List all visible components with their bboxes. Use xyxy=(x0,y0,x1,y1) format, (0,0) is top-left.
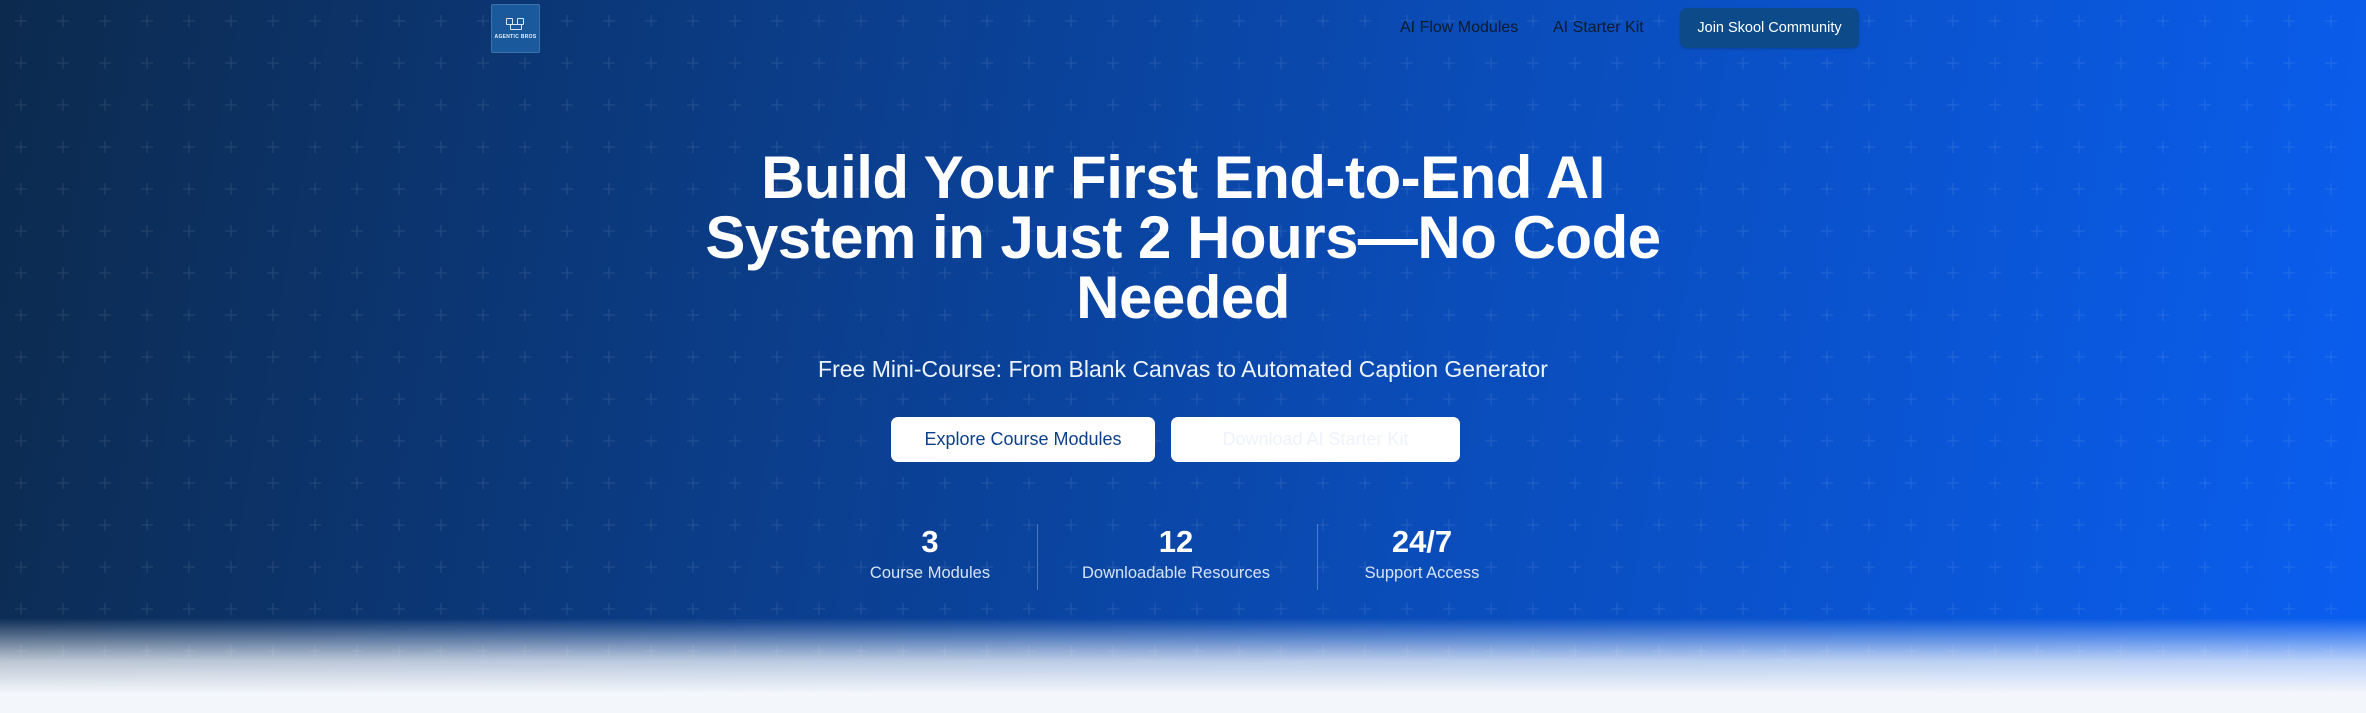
site-logo[interactable]: AGENTIC BROS xyxy=(491,4,540,53)
logo-icon xyxy=(504,17,528,32)
stat-label: Support Access xyxy=(1364,564,1480,582)
hero-headline: Build Your First End-to-End AI System in… xyxy=(705,144,1661,331)
download-starter-kit-button[interactable]: Download AI Starter Kit xyxy=(1171,417,1460,462)
hero-subtitle: Free Mini-Course: From Blank Canvas to A… xyxy=(818,356,1548,382)
nav-link-ai-starter-kit[interactable]: AI Starter Kit xyxy=(1553,19,1644,37)
stat-support-access: 24/7 Support Access xyxy=(1342,524,1502,583)
stat-value: 3 xyxy=(921,524,939,559)
nav-link-ai-flow-modules[interactable]: AI Flow Modules xyxy=(1400,19,1518,37)
stat-divider xyxy=(1037,524,1038,590)
stat-divider xyxy=(1317,524,1318,590)
next-section-edge xyxy=(0,695,2366,713)
stat-label: Downloadable Resources xyxy=(1081,564,1271,582)
stat-downloadable-resources: 12 Downloadable Resources xyxy=(1066,524,1286,583)
stat-course-modules: 3 Course Modules xyxy=(850,524,1010,583)
logo-text: AGENTIC BROS xyxy=(494,33,537,40)
hero-section: AGENTIC BROS AI Flow Modules AI Starter … xyxy=(0,0,2366,713)
stat-label: Course Modules xyxy=(869,564,991,582)
explore-course-modules-button[interactable]: Explore Course Modules xyxy=(891,417,1155,462)
stat-value: 24/7 xyxy=(1391,524,1453,559)
join-skool-community-button[interactable]: Join Skool Community xyxy=(1680,8,1859,48)
stat-value: 12 xyxy=(1158,524,1194,559)
